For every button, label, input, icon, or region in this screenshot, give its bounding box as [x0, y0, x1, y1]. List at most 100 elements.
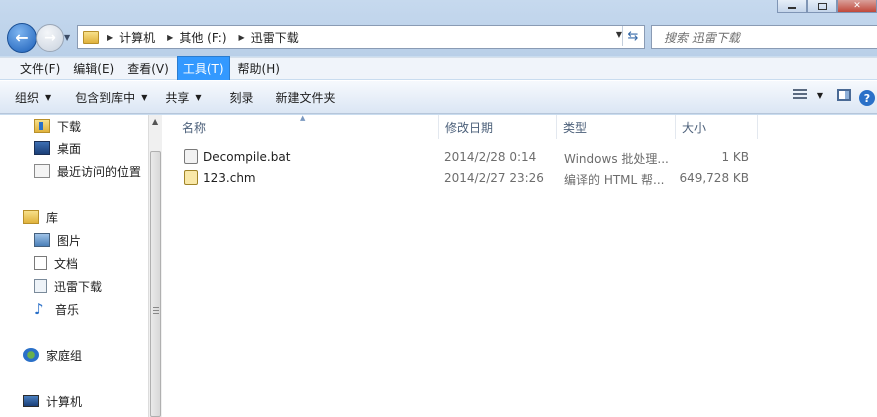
recent-places-icon: [34, 164, 50, 178]
share-label: 共享: [165, 90, 190, 105]
pictures-icon: [34, 233, 50, 247]
breadcrumb-current-folder[interactable]: 迅雷下载: [251, 29, 299, 46]
nav-item-xunlei-downloads[interactable]: 迅雷下载: [34, 276, 102, 296]
file-row-decompile-bat[interactable]: Decompile.bat 2014/2/28 0:14 Windows 批处理…: [162, 147, 762, 169]
forward-button[interactable]: →: [36, 24, 64, 52]
view-controls: ▼: [792, 89, 851, 101]
nav-item-computer[interactable]: 计算机: [23, 391, 82, 411]
minimize-button[interactable]: [777, 0, 807, 13]
include-in-library-button[interactable]: 包含到库中 ▼: [75, 89, 147, 106]
include-in-library-label: 包含到库中: [75, 90, 136, 105]
nav-item-label: 迅雷下载: [54, 279, 103, 294]
back-button[interactable]: ←: [7, 23, 37, 53]
batch-file-icon: [184, 149, 198, 164]
refresh-button[interactable]: ⇆: [622, 26, 643, 46]
nav-item-desktop[interactable]: 桌面: [34, 138, 81, 158]
window-titlebar: ✕ ← → ▼ ▶ 计算机 ▶ 其他 (F:) ▶ 迅雷下载 ▼ ⇆ 搜索 迅雷下载: [0, 0, 877, 56]
breadcrumb-drive-f[interactable]: 其他 (F:): [179, 29, 226, 46]
music-note-icon: ♪: [34, 300, 44, 318]
file-size: 1 KB: [721, 150, 749, 164]
file-date: 2014/2/27 23:26: [444, 171, 544, 185]
computer-icon: [23, 395, 39, 407]
column-header-date[interactable]: 修改日期: [439, 115, 557, 139]
nav-item-label: 下载: [57, 119, 82, 134]
organize-label: 组织: [15, 90, 40, 105]
close-icon: ✕: [853, 1, 861, 11]
maximize-icon: [817, 2, 827, 10]
maximize-button[interactable]: [807, 0, 837, 13]
file-row-123-chm[interactable]: 123.chm 2014/2/27 23:26 编译的 HTML 帮... 64…: [162, 168, 762, 190]
menu-edit[interactable]: 编辑(E): [68, 57, 119, 80]
breadcrumb-arrow-icon[interactable]: ▶: [167, 33, 173, 42]
column-header-type[interactable]: 类型: [557, 115, 676, 139]
nav-item-label: 库: [46, 210, 59, 225]
nav-item-label: 计算机: [46, 394, 83, 409]
minimize-icon: [788, 7, 796, 9]
scroll-up-icon[interactable]: ▲: [152, 117, 158, 126]
scrollbar-thumb[interactable]: [150, 151, 161, 417]
window-controls: ✕: [777, 0, 877, 13]
nav-item-music[interactable]: ♪ 音乐: [34, 299, 79, 319]
column-header-name[interactable]: 名称: [176, 115, 439, 139]
menu-file[interactable]: 文件(F): [15, 57, 65, 80]
nav-item-label: 图片: [57, 233, 82, 248]
navigation-pane: 下载 桌面 最近访问的位置 库 图片 文档 迅雷下载 ♪ 音乐 家庭组 计算机: [0, 115, 148, 417]
nav-item-label: 桌面: [57, 141, 82, 156]
chm-help-file-icon: [184, 170, 198, 185]
nav-item-homegroup[interactable]: 家庭组: [23, 345, 82, 365]
folder-icon: [83, 30, 99, 44]
downloads-folder-icon: [34, 119, 50, 133]
nav-item-libraries[interactable]: 库: [23, 207, 58, 227]
nav-item-downloads[interactable]: 下载: [34, 116, 81, 136]
recent-pages-dropdown[interactable]: ▼: [64, 33, 70, 42]
library-folder-icon: [34, 279, 47, 293]
command-bar: 组织 ▼ 包含到库中 ▼ 共享 ▼ 刻录 新建文件夹 ▼ ?: [0, 80, 877, 114]
file-type: Windows 批处理...: [564, 152, 669, 166]
view-options-dropdown[interactable]: ▼: [817, 91, 823, 100]
nav-item-recent-places[interactable]: 最近访问的位置: [34, 161, 141, 181]
breadcrumb-arrow-icon[interactable]: ▶: [239, 33, 245, 42]
homegroup-icon: [23, 348, 39, 362]
file-name: 123.chm: [203, 171, 256, 185]
menu-tools[interactable]: 工具(T): [176, 56, 230, 81]
share-button[interactable]: 共享 ▼: [165, 89, 201, 106]
details-view-icon[interactable]: [792, 89, 807, 101]
file-list: ▲ 名称 修改日期 类型 大小 Decompile.bat 2014/2/28 …: [162, 114, 877, 417]
nav-item-documents[interactable]: 文档: [34, 253, 78, 273]
file-date: 2014/2/28 0:14: [444, 150, 537, 164]
new-folder-button[interactable]: 新建文件夹: [276, 89, 336, 106]
file-size: 649,728 KB: [679, 171, 749, 185]
nav-item-label: 文档: [54, 256, 79, 271]
organize-button[interactable]: 组织 ▼: [15, 89, 51, 106]
menu-bar: 文件(F) 编辑(E) 查看(V) 工具(T) 帮助(H): [0, 56, 877, 81]
search-placeholder: 搜索 迅雷下载: [664, 30, 740, 45]
breadcrumb-arrow-icon[interactable]: ▶: [107, 33, 113, 42]
address-bar[interactable]: ▶ 计算机 ▶ 其他 (F:) ▶ 迅雷下载 ▼: [77, 25, 645, 49]
desktop-icon: [34, 141, 50, 155]
scroll-grip-icon: [153, 307, 159, 315]
chevron-down-icon: ▼: [45, 92, 52, 102]
arrow-left-icon: ←: [15, 28, 29, 47]
preview-pane-button[interactable]: [837, 89, 851, 101]
menu-view[interactable]: 查看(V): [122, 57, 174, 80]
help-button[interactable]: ?: [859, 90, 875, 106]
search-input[interactable]: 搜索 迅雷下载: [651, 25, 877, 49]
breadcrumb-computer[interactable]: 计算机: [119, 29, 155, 46]
nav-item-pictures[interactable]: 图片: [34, 230, 81, 250]
chevron-down-icon: ▼: [141, 92, 148, 102]
arrow-right-icon: →: [44, 30, 56, 46]
libraries-icon: [23, 210, 39, 224]
nav-item-label: 最近访问的位置: [57, 164, 142, 179]
close-button[interactable]: ✕: [837, 0, 877, 13]
file-type: 编译的 HTML 帮...: [564, 173, 665, 187]
column-header-size[interactable]: 大小: [676, 115, 758, 139]
chevron-down-icon: ▼: [195, 92, 202, 102]
nav-item-label: 家庭组: [46, 348, 83, 363]
chevron-down-icon: ▼: [64, 33, 71, 42]
menu-help[interactable]: 帮助(H): [233, 57, 285, 80]
file-name: Decompile.bat: [203, 150, 291, 164]
burn-button[interactable]: 刻录: [230, 89, 254, 106]
navigation-scrollbar[interactable]: ▲: [148, 115, 163, 417]
refresh-icon: ⇆: [627, 28, 639, 44]
nav-item-label: 音乐: [55, 302, 80, 317]
